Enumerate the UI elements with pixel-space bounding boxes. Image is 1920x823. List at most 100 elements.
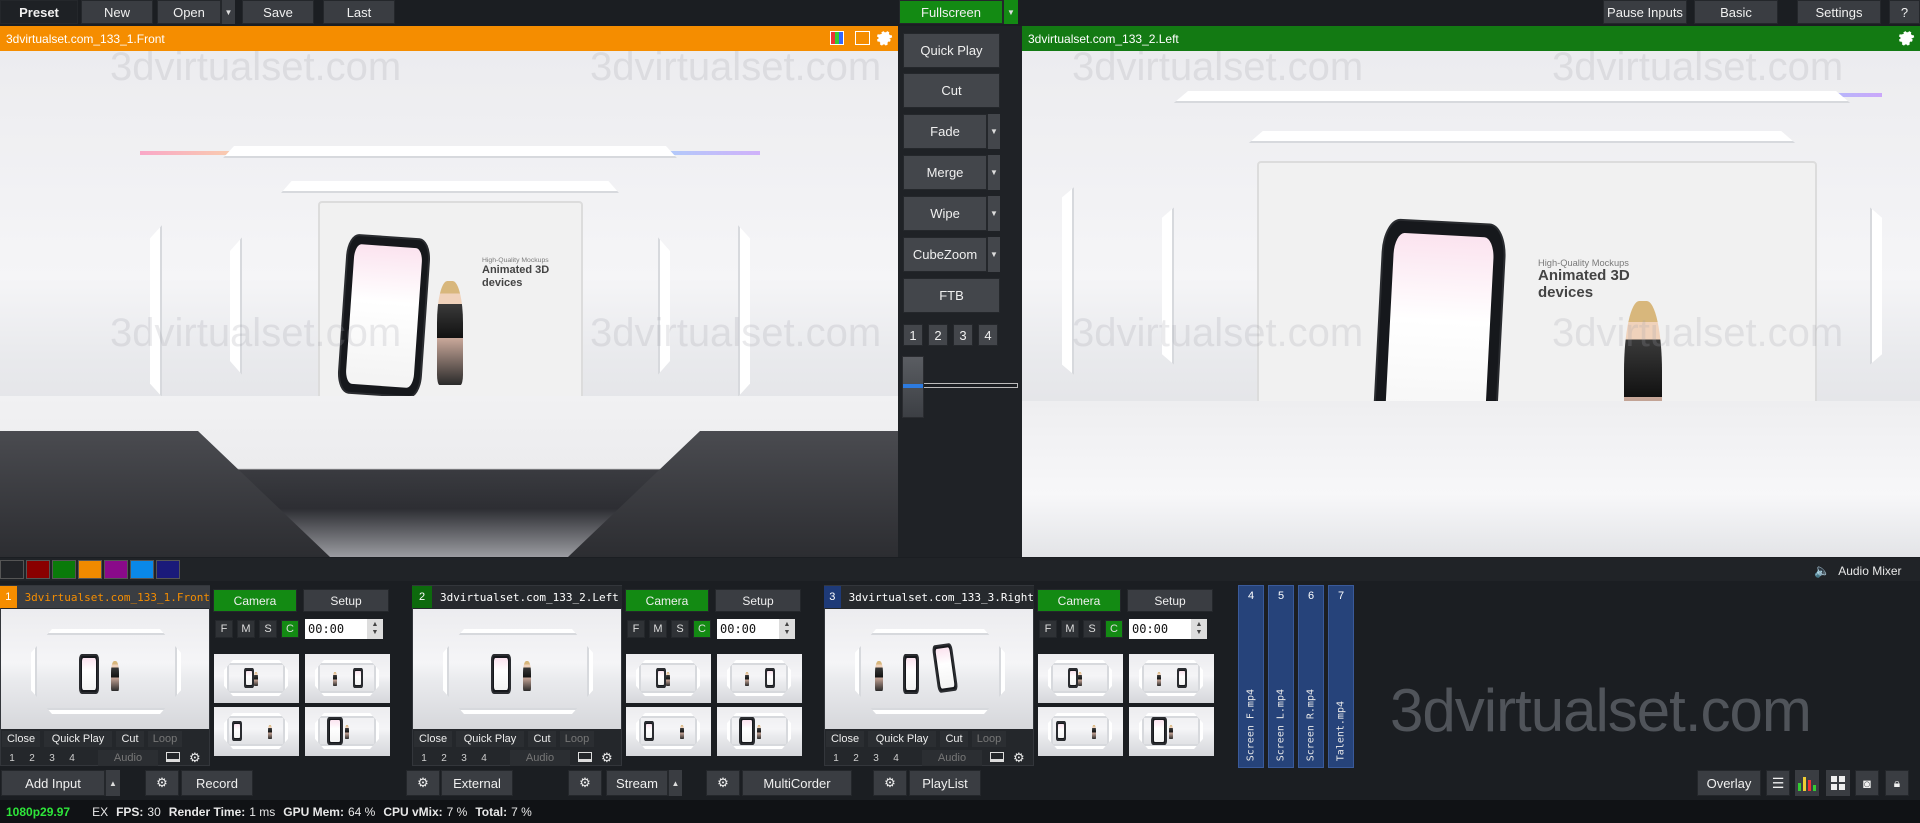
input-2-audio-button[interactable]: Audio: [510, 750, 570, 766]
input-2-layer-thumb-1[interactable]: [626, 654, 711, 703]
playlist-settings-gear-icon[interactable]: ⚙: [873, 770, 907, 796]
input-1-layer-thumb-4[interactable]: [305, 707, 390, 756]
input-2-setup-button[interactable]: Setup: [715, 589, 801, 612]
stream-button[interactable]: Stream: [606, 770, 668, 796]
input-1-loop-button[interactable]: Loop: [148, 731, 182, 747]
cubezoom-button[interactable]: CubeZoom: [903, 237, 987, 272]
input-2-overlay-2[interactable]: 2: [436, 750, 452, 766]
color-swatch-5[interactable]: [104, 560, 128, 579]
input-1-layer-thumb-3[interactable]: [214, 707, 299, 756]
input-1-monitor-icon[interactable]: [166, 752, 180, 762]
fade-button[interactable]: Fade: [903, 114, 987, 149]
input-2-layer-thumb-2[interactable]: [717, 654, 802, 703]
input-2-time-stepper[interactable]: ▲ ▼: [779, 619, 795, 639]
cut-button[interactable]: Cut: [903, 73, 1000, 108]
input-2-s-button[interactable]: S: [671, 620, 689, 638]
input-2-settings-gear-icon[interactable]: ⚙: [601, 750, 613, 766]
fade-dropdown-icon[interactable]: ▼: [987, 114, 1000, 149]
input-1-m-button[interactable]: M: [237, 620, 255, 638]
help-button[interactable]: ?: [1889, 0, 1920, 24]
input-3-time-stepper[interactable]: ▲ ▼: [1191, 619, 1207, 639]
input-1-cut-button[interactable]: Cut: [116, 731, 144, 747]
vertical-input-7[interactable]: 7 Talent.mp4: [1328, 585, 1354, 768]
input-1-thumbnail[interactable]: [1, 609, 209, 729]
input-1-camera-button[interactable]: Camera: [213, 589, 297, 612]
transition-slot-1[interactable]: 1: [903, 324, 923, 346]
audio-meter-icon[interactable]: [1795, 770, 1819, 796]
input-2-overlay-4[interactable]: 4: [476, 750, 492, 766]
color-swatch-2[interactable]: [26, 560, 50, 579]
preset-button[interactable]: Preset: [0, 0, 78, 24]
audio-mixer[interactable]: 🔈 Audio Mixer: [1814, 561, 1902, 580]
input-1-f-button[interactable]: F: [215, 620, 233, 638]
output-settings-gear-icon[interactable]: [1897, 29, 1915, 47]
input-2-time-field[interactable]: 00:00: [717, 619, 779, 639]
multicorder-button[interactable]: MultiCorder: [742, 770, 852, 796]
color-swatch-1[interactable]: [0, 560, 24, 579]
fullscreen-dropdown-icon[interactable]: ▼: [1003, 0, 1018, 24]
save-button[interactable]: Save: [242, 0, 314, 24]
input-3-thumbnail[interactable]: [825, 609, 1033, 729]
wipe-button[interactable]: Wipe: [903, 196, 987, 231]
vertical-input-4[interactable]: 4 Screen F.mp4: [1238, 585, 1264, 768]
input-3-monitor-icon[interactable]: [990, 752, 1004, 762]
snapshot-icon[interactable]: ◙: [1855, 770, 1879, 796]
input-3-overlay-2[interactable]: 2: [848, 750, 864, 766]
multiview-icon[interactable]: [1826, 770, 1850, 796]
input-3-audio-button[interactable]: Audio: [922, 750, 982, 766]
stream-settings-gear-icon[interactable]: ⚙: [568, 770, 602, 796]
input-3-layer-thumb-2[interactable]: [1129, 654, 1214, 703]
new-button[interactable]: New: [81, 0, 153, 24]
input-1-audio-button[interactable]: Audio: [98, 750, 158, 766]
stream-dropdown-icon[interactable]: ▲: [668, 770, 682, 796]
input-3-setup-button[interactable]: Setup: [1127, 589, 1213, 612]
transition-slot-4[interactable]: 4: [978, 324, 998, 346]
input-3-cut-button[interactable]: Cut: [940, 731, 968, 747]
overlay-icon[interactable]: [855, 31, 870, 45]
input-2-header[interactable]: 2 3dvirtualset.com_133_2.Left: [412, 586, 622, 608]
input-1-settings-gear-icon[interactable]: ⚙: [189, 750, 201, 766]
input-1-s-button[interactable]: S: [259, 620, 277, 638]
input-2-cut-button[interactable]: Cut: [528, 731, 556, 747]
input-2-quick-play-button[interactable]: Quick Play: [456, 731, 524, 747]
input-2-overlay-3[interactable]: 3: [456, 750, 472, 766]
input-1-close-button[interactable]: Close: [2, 731, 40, 747]
playlist-button[interactable]: PlayList: [909, 770, 981, 796]
cubezoom-dropdown-icon[interactable]: ▼: [987, 237, 1000, 272]
input-3-layer-thumb-3[interactable]: [1038, 707, 1123, 756]
input-3-s-button[interactable]: S: [1083, 620, 1101, 638]
color-swatch-4[interactable]: [78, 560, 102, 579]
input-3-camera-button[interactable]: Camera: [1037, 589, 1121, 612]
external-settings-gear-icon[interactable]: ⚙: [406, 770, 440, 796]
input-2-overlay-1[interactable]: 1: [416, 750, 432, 766]
input-1-time-field[interactable]: 00:00: [305, 619, 367, 639]
input-3-overlay-1[interactable]: 1: [828, 750, 844, 766]
vertical-input-6[interactable]: 6 Screen R.mp4: [1298, 585, 1324, 768]
input-2-f-button[interactable]: F: [627, 620, 645, 638]
color-swatch-6[interactable]: [130, 560, 154, 579]
input-1-overlay-3[interactable]: 3: [44, 750, 60, 766]
input-3-f-button[interactable]: F: [1039, 620, 1057, 638]
input-3-time-field[interactable]: 00:00: [1129, 619, 1191, 639]
last-button[interactable]: Last: [323, 0, 395, 24]
output-video[interactable]: High-Quality Mockups Animated 3D devices …: [1022, 51, 1920, 557]
input-2-camera-button[interactable]: Camera: [625, 589, 709, 612]
input-3-overlay-3[interactable]: 3: [868, 750, 884, 766]
input-3-settings-gear-icon[interactable]: ⚙: [1013, 750, 1025, 766]
ftb-button[interactable]: FTB: [903, 278, 1000, 313]
input-1-overlay-4[interactable]: 4: [64, 750, 80, 766]
input-2-close-button[interactable]: Close: [414, 731, 452, 747]
list-view-icon[interactable]: ☰: [1766, 770, 1790, 796]
input-3-header[interactable]: 3 3dvirtualset.com_133_3.Right: [824, 586, 1034, 608]
quick-play-button[interactable]: Quick Play: [903, 33, 1000, 68]
input-2-layer-thumb-4[interactable]: [717, 707, 802, 756]
lock-icon[interactable]: 🔒︎: [1885, 770, 1909, 796]
transition-slot-2[interactable]: 2: [928, 324, 948, 346]
input-1-time-stepper[interactable]: ▲ ▼: [367, 619, 383, 639]
color-swatch-3[interactable]: [52, 560, 76, 579]
basic-button[interactable]: Basic: [1694, 0, 1778, 24]
input-1-quick-play-button[interactable]: Quick Play: [44, 731, 112, 747]
input-2-layer-thumb-3[interactable]: [626, 707, 711, 756]
input-2-c-button[interactable]: C: [693, 620, 711, 638]
input-1-header[interactable]: 1 3dvirtualset.com_133_1.Front: [0, 586, 210, 608]
